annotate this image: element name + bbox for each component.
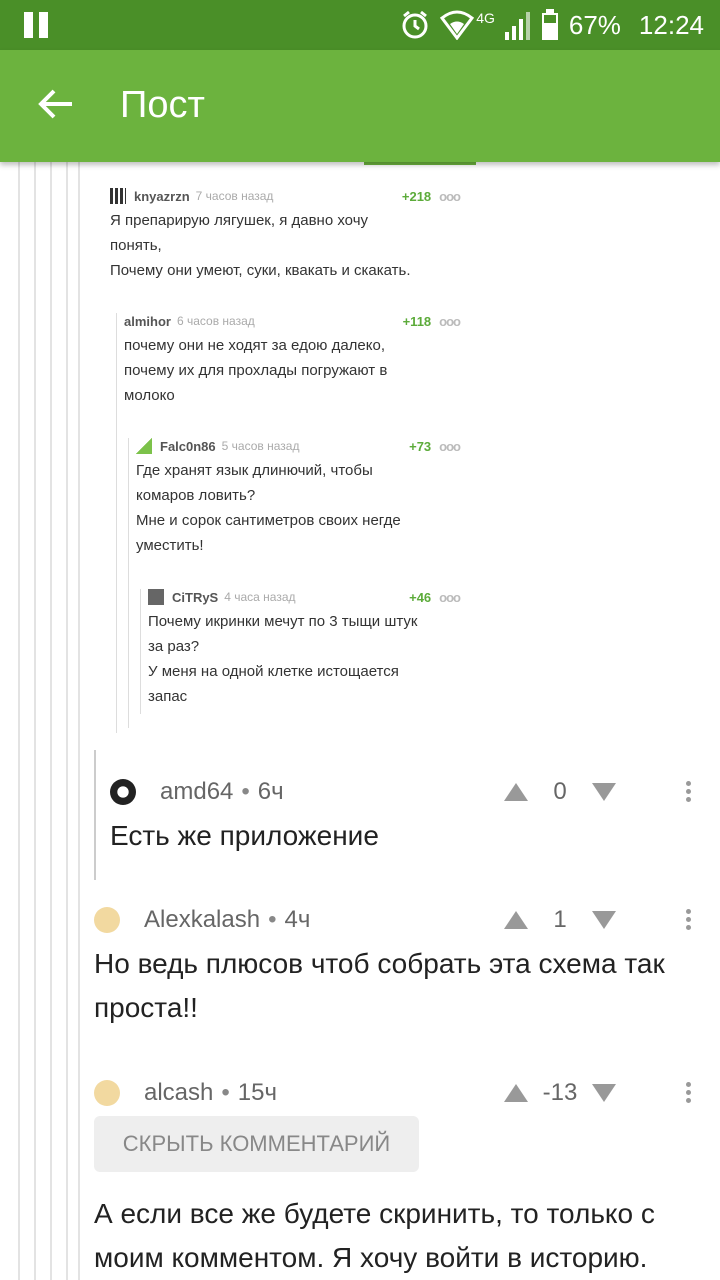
comment-text: Есть же приложение xyxy=(110,820,379,851)
comment-header: alcash • 15ч xyxy=(94,1073,277,1113)
comment-text: Но ведь плюсов чтоб собрать эта схема та… xyxy=(94,948,665,1023)
comment-text: А если все же будете скринить, то только… xyxy=(94,1198,655,1273)
back-arrow-icon[interactable] xyxy=(36,84,76,124)
comment-time: 15ч xyxy=(237,1079,277,1106)
thread-line xyxy=(18,162,20,1280)
score: 0 xyxy=(553,778,567,805)
clock: 12:24 xyxy=(638,9,704,40)
vote-controls: -13 xyxy=(504,1073,616,1113)
pause-icon xyxy=(24,12,50,38)
alarm-icon xyxy=(402,10,428,39)
downvote-icon[interactable] xyxy=(592,911,616,929)
battery-icon xyxy=(541,9,558,40)
screenshot-comment: Falc0n86 5 часов назад +73 ooo Где хранят … xyxy=(128,434,461,728)
comment-header: Alexkalash • 4ч xyxy=(94,900,310,940)
screenshot-comment: CiTRyS 4 часа назад +46 ooo Почему икринки… xyxy=(140,585,461,714)
app-bar: Пост xyxy=(0,50,720,162)
avatar xyxy=(148,589,164,605)
downvote-icon[interactable] xyxy=(592,1084,616,1102)
hide-comment-button[interactable]: СКРЫТЬ КОММЕНТАРИЙ xyxy=(94,1116,419,1172)
score: 1 xyxy=(553,906,567,933)
screenshot-comment: almihor 6 часов назад +118 ooo почему они … xyxy=(116,309,461,733)
status-right: 4G 67% 12:24 xyxy=(400,0,704,50)
upvote-icon[interactable] xyxy=(504,783,528,801)
thread-line xyxy=(66,162,68,1280)
upvote-icon[interactable] xyxy=(504,1084,528,1102)
thread-line xyxy=(78,162,80,1280)
vote-controls: 0 xyxy=(504,772,616,812)
status-bar: 4G 67% 12:24 xyxy=(0,0,720,50)
thread-line xyxy=(34,162,36,1280)
username[interactable]: Alexkalash xyxy=(144,906,260,934)
more-menu-icon[interactable] xyxy=(686,778,692,805)
network-label: 4G xyxy=(476,10,495,26)
embedded-screenshot: knyazrzn 7 часов назад +218 ooo Я препарир… xyxy=(100,170,480,733)
username[interactable]: amd64 xyxy=(160,778,233,806)
signal-icon xyxy=(504,12,530,40)
upvote-icon[interactable] xyxy=(504,911,528,929)
thread-line xyxy=(94,750,96,880)
page-title: Пост xyxy=(120,84,205,126)
avatar[interactable] xyxy=(94,907,120,933)
thread-line xyxy=(50,162,52,1280)
score: -13 xyxy=(542,1079,578,1106)
username[interactable]: alcash xyxy=(144,1079,213,1107)
more-menu-icon[interactable] xyxy=(686,906,692,933)
battery-percent: 67% xyxy=(568,9,621,40)
comment-header: amd64 • 6ч xyxy=(110,772,284,812)
avatar[interactable] xyxy=(110,779,136,805)
comment-time: 6ч xyxy=(257,778,284,805)
more-menu-icon[interactable] xyxy=(686,1079,692,1106)
downvote-icon[interactable] xyxy=(592,783,616,801)
avatar xyxy=(110,188,126,204)
wifi-icon xyxy=(440,10,475,40)
avatar xyxy=(136,438,152,454)
avatar[interactable] xyxy=(94,1080,120,1106)
screenshot-comment: knyazrzn 7 часов назад +218 ooo Я препарир… xyxy=(110,188,461,279)
comment-time: 4ч xyxy=(284,906,311,933)
vote-controls: 1 xyxy=(504,900,616,940)
